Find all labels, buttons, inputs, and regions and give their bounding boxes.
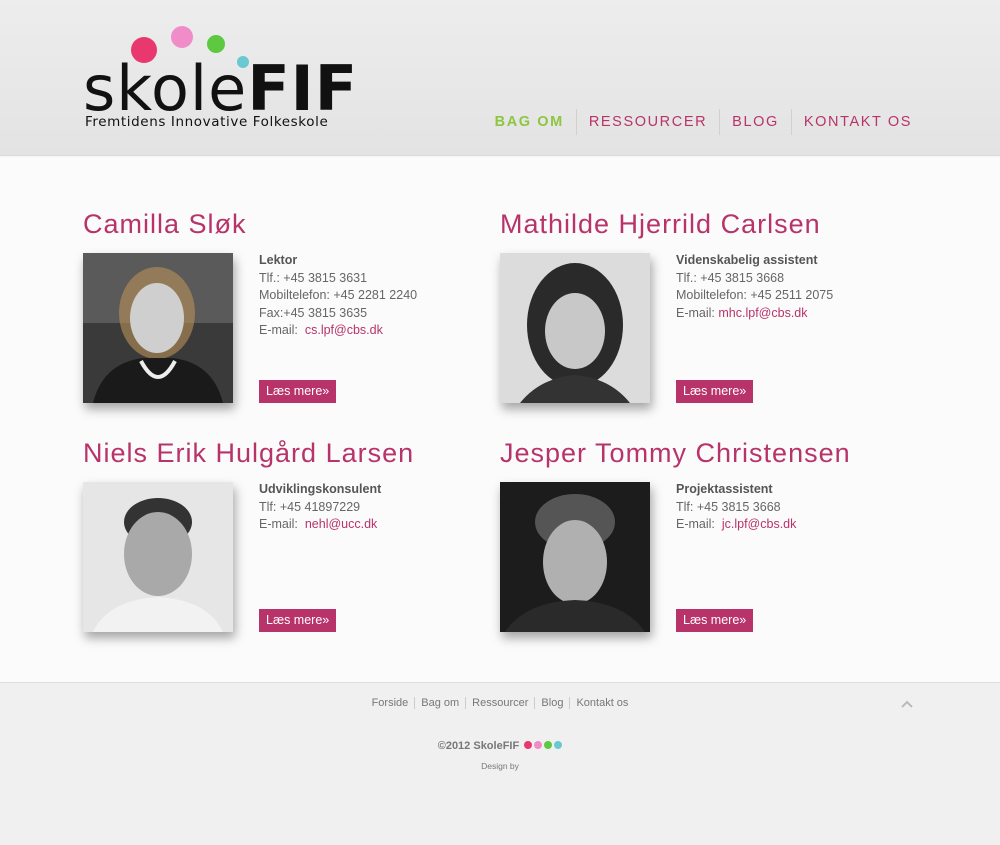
logo-wordmark: skoleFIF <box>83 52 359 125</box>
copyright: ©2012 SkoleFIF <box>0 740 1000 752</box>
footer-nav: Forside Bag om Ressourcer Blog Kontakt os <box>0 697 1000 709</box>
person-name: Mathilde Hjerrild Carlsen <box>500 209 821 239</box>
brand-dot-red <box>524 741 533 749</box>
site-footer: Forside Bag om Ressourcer Blog Kontakt os ©2… <box>0 682 1000 845</box>
person-contact: Videnskabelig assistent Tlf.: +45 3815 3… <box>676 252 833 322</box>
person-phone: Tlf: +45 41897229 <box>259 499 361 514</box>
person-name: Niels Erik Hulgård Larsen <box>83 438 415 468</box>
skolefif-logo[interactable]: skoleFIF Fremtidens Innovative Folkeskol… <box>83 22 373 132</box>
logo-tagline: Fremtidens Innovative Folkeskole <box>85 114 329 130</box>
person-photo <box>83 253 233 403</box>
email-label: E-mail: <box>259 323 298 338</box>
brand-dot-green <box>544 741 553 749</box>
email-label: E-mail: <box>259 517 298 532</box>
email-label: E-mail: <box>676 305 715 320</box>
person-title: Lektor <box>259 253 298 267</box>
read-more-button[interactable]: Læs mere» <box>676 609 754 632</box>
person-mobile: Mobiltelefon: +45 2281 2240 <box>259 288 418 303</box>
person-card: Camilla Sløk Lektor Tlf.: +45 3815 3631 … <box>83 209 483 403</box>
nav-item-ressourcer[interactable]: RESSOURCER <box>575 109 719 135</box>
footer-link-ressourcer[interactable]: Ressourcer <box>465 697 535 709</box>
person-photo <box>500 482 650 632</box>
person-email-link[interactable]: mhc.lpf@cbs.dk <box>718 306 807 320</box>
person-phone: Tlf.: +45 3815 3668 <box>676 270 785 285</box>
nav-item-kontakt-os[interactable]: KONTAKT OS <box>790 109 924 135</box>
person-mobile: Mobiltelefon: +45 2511 2075 <box>676 288 834 303</box>
nav-item-blog[interactable]: BLOG <box>719 109 791 135</box>
chevron-up-icon[interactable] <box>900 697 914 711</box>
person-email-row: E-mail: mhc.lpf@cbs.dk <box>676 305 833 323</box>
email-label: E-mail: <box>676 517 715 532</box>
person-card: Niels Erik Hulgård Larsen Udviklingskons… <box>83 438 483 632</box>
footer-link-forside[interactable]: Forside <box>366 697 415 709</box>
design-credit: Design by <box>481 761 519 771</box>
footer-link-bag-om[interactable]: Bag om <box>414 697 466 709</box>
site-header: skoleFIF Fremtidens Innovative Folkeskol… <box>0 0 1000 156</box>
person-photo <box>83 482 233 632</box>
brand-dot-pink <box>534 741 543 749</box>
main-nav: BAG OM RESSOURCER BLOG KONTAKT OS <box>483 106 924 138</box>
person-card: Jesper Tommy Christensen Projektassisten… <box>500 438 900 632</box>
person-photo <box>500 253 650 403</box>
person-contact: Udviklingskonsulent Tlf: +45 41897229 E-… <box>259 481 381 534</box>
logo-dot-pink <box>171 26 193 48</box>
brand-dot-teal <box>554 741 563 749</box>
person-name: Jesper Tommy Christensen <box>500 438 851 468</box>
logo-dot-green <box>207 35 225 53</box>
staff-content: Camilla Sløk Lektor Tlf.: +45 3815 3631 … <box>0 157 1000 682</box>
person-phone: Tlf: +45 3815 3668 <box>676 499 781 514</box>
nav-item-bag-om[interactable]: BAG OM <box>483 109 576 135</box>
person-email-row: E-mail: nehl@ucc.dk <box>259 516 381 534</box>
person-title: Udviklingskonsulent <box>259 482 382 496</box>
person-email-row: E-mail: cs.lpf@cbs.dk <box>259 322 417 340</box>
footer-link-kontakt-os[interactable]: Kontakt os <box>569 697 635 709</box>
read-more-button[interactable]: Læs mere» <box>676 380 754 403</box>
copyright-year: ©2012 Skole <box>437 740 503 752</box>
person-email-link[interactable]: jc.lpf@cbs.dk <box>722 517 797 531</box>
person-fax: Fax:+45 3815 3635 <box>259 305 368 320</box>
person-email-link[interactable]: nehl@ucc.dk <box>305 517 377 531</box>
read-more-button[interactable]: Læs mere» <box>259 609 337 632</box>
person-name: Camilla Sløk <box>83 209 247 239</box>
person-contact: Projektassistent Tlf: +45 3815 3668 E-ma… <box>676 481 796 534</box>
person-title: Projektassistent <box>676 482 773 496</box>
person-contact: Lektor Tlf.: +45 3815 3631 Mobiltelefon:… <box>259 252 417 340</box>
person-email-link[interactable]: cs.lpf@cbs.dk <box>305 323 383 337</box>
person-email-row: E-mail: jc.lpf@cbs.dk <box>676 516 796 534</box>
person-card: Mathilde Hjerrild Carlsen Videnskabelig … <box>500 209 900 403</box>
person-title: Videnskabelig assistent <box>676 253 818 267</box>
footer-link-blog[interactable]: Blog <box>534 697 570 709</box>
copyright-brand: FIF <box>502 740 520 752</box>
person-phone: Tlf.: +45 3815 3631 <box>259 270 368 285</box>
read-more-button[interactable]: Læs mere» <box>259 380 337 403</box>
